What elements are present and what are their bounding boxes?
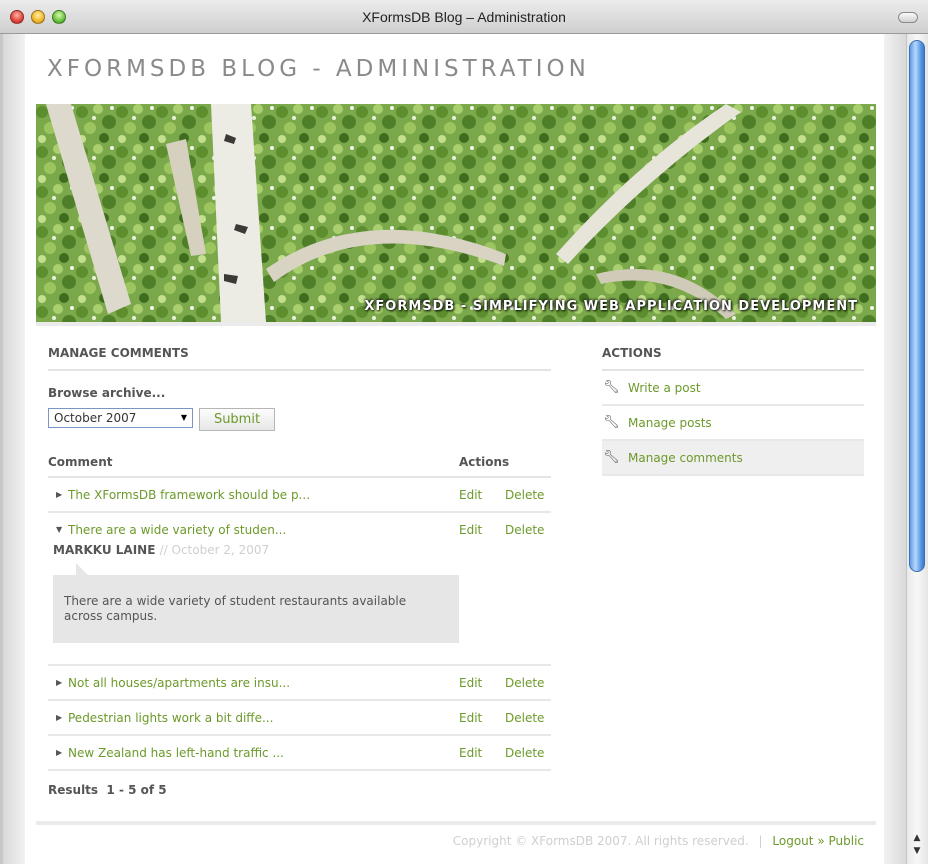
- sidebar-item-manage-comments[interactable]: 🔧︎ Manage comments: [602, 441, 864, 476]
- edit-link[interactable]: Edit: [459, 676, 482, 690]
- comment-link[interactable]: Pedestrian lights work a bit diffe...: [68, 711, 273, 725]
- speech-bubble-tip: [76, 563, 88, 575]
- browse-archive-label: Browse archive...: [48, 386, 166, 400]
- birch-trees-image: [36, 104, 876, 322]
- raquo-glyph: »: [817, 834, 825, 848]
- comments-table-header: Comment Actions: [48, 452, 551, 478]
- results-label: Results: [48, 783, 99, 797]
- scrollbar-thumb[interactable]: [909, 40, 925, 572]
- comment-link[interactable]: New Zealand has left-hand traffic ...: [68, 746, 284, 760]
- expand-arrow-icon[interactable]: ▶: [56, 713, 62, 722]
- sidebar-item-write-post[interactable]: 🔧︎ Write a post: [602, 371, 864, 406]
- comment-row: ▶ Not all houses/apartments are insu... …: [48, 666, 551, 701]
- expand-arrow-icon[interactable]: ▶: [56, 748, 62, 757]
- page: XFORMSDB BLOG - ADMINISTRATION XFORMSDB …: [25, 34, 884, 864]
- delete-link[interactable]: Delete: [505, 711, 544, 725]
- delete-link[interactable]: Delete: [505, 746, 544, 760]
- submit-button[interactable]: Submit: [199, 408, 275, 431]
- scroll-up-arrow-icon[interactable]: ▲: [911, 833, 923, 843]
- wrench-icon: 🔧︎: [603, 415, 620, 430]
- copyright-text: Copyright © XFormsDB 2007. All rights re…: [452, 834, 749, 848]
- archive-filter-row: October 2007 ▼ Submit: [48, 408, 551, 432]
- comment-body: There are a wide variety of student rest…: [64, 594, 407, 623]
- comment-date: // October 2, 2007: [159, 543, 270, 557]
- window-title: XFormsDB Blog – Administration: [362, 9, 566, 25]
- sidebar-item-label[interactable]: Manage posts: [628, 416, 712, 430]
- column-header-actions: Actions: [459, 455, 510, 469]
- collapse-arrow-icon[interactable]: ▼: [56, 525, 62, 534]
- page-gutter-left: [3, 34, 25, 864]
- site-title: XFORMSDB BLOG - ADMINISTRATION: [47, 56, 590, 82]
- footer-divider: [36, 821, 876, 825]
- comment-row: ▶ New Zealand has left-hand traffic ... …: [48, 736, 551, 771]
- results-summary: Results 1 - 5 of 5: [48, 783, 551, 797]
- edit-link[interactable]: Edit: [459, 523, 482, 537]
- logout-link[interactable]: Logout: [772, 834, 813, 848]
- column-header-comment: Comment: [48, 455, 113, 469]
- manage-comments-section: MANAGE COMMENTS Browse archive... Octobe…: [48, 346, 551, 797]
- comment-link[interactable]: There are a wide variety of studen...: [68, 523, 286, 537]
- sidebar-item-label[interactable]: Manage comments: [628, 451, 743, 465]
- toolbar-toggle-button[interactable]: [898, 12, 918, 23]
- edit-link[interactable]: Edit: [459, 488, 482, 502]
- results-range: 1 - 5 of 5: [106, 783, 167, 797]
- actions-sidebar: ACTIONS 🔧︎ Write a post 🔧︎ Manage posts …: [602, 346, 864, 476]
- header-banner-image: XFORMSDB - SIMPLIFYING WEB APPLICATION D…: [36, 104, 876, 326]
- comment-row: ▶ Pedestrian lights work a bit diffe... …: [48, 701, 551, 736]
- comment-link[interactable]: The XFormsDB framework should be p...: [68, 488, 310, 502]
- delete-link[interactable]: Delete: [505, 523, 544, 537]
- expand-arrow-icon[interactable]: ▶: [56, 490, 62, 499]
- manage-comments-heading: MANAGE COMMENTS: [48, 346, 551, 371]
- public-link[interactable]: Public: [828, 834, 864, 848]
- edit-link[interactable]: Edit: [459, 711, 482, 725]
- footer: Copyright © XFormsDB 2007. All rights re…: [453, 834, 864, 848]
- wrench-icon: 🔧︎: [603, 450, 620, 465]
- actions-heading: ACTIONS: [602, 346, 864, 371]
- comment-author: MARKKU LAINE: [53, 543, 156, 557]
- delete-link[interactable]: Delete: [505, 488, 544, 502]
- banner-caption: XFORMSDB - SIMPLIFYING WEB APPLICATION D…: [364, 299, 858, 314]
- expand-arrow-icon[interactable]: ▶: [56, 678, 62, 687]
- comment-meta: MARKKU LAINE // October 2, 2007: [53, 543, 269, 557]
- archive-select-value: October 2007: [54, 411, 137, 425]
- comment-row-expanded: ▼ There are a wide variety of studen... …: [48, 513, 551, 666]
- wrench-icon: 🔧︎: [603, 380, 620, 395]
- comment-body-bubble: There are a wide variety of student rest…: [53, 575, 459, 643]
- archive-select[interactable]: October 2007 ▼: [48, 408, 193, 428]
- comment-row: ▶ The XFormsDB framework should be p... …: [48, 478, 551, 513]
- footer-separator: |: [758, 834, 763, 848]
- edit-link[interactable]: Edit: [459, 746, 482, 760]
- delete-link[interactable]: Delete: [505, 676, 544, 690]
- comment-link[interactable]: Not all houses/apartments are insu...: [68, 676, 290, 690]
- scroll-down-arrow-icon[interactable]: ▼: [911, 846, 923, 856]
- sidebar-item-manage-posts[interactable]: 🔧︎ Manage posts: [602, 406, 864, 441]
- window-titlebar: XFormsDB Blog – Administration: [0, 0, 928, 34]
- page-gutter-right: [884, 34, 906, 864]
- sidebar-item-label[interactable]: Write a post: [628, 381, 701, 395]
- chevron-down-icon: ▼: [180, 413, 188, 422]
